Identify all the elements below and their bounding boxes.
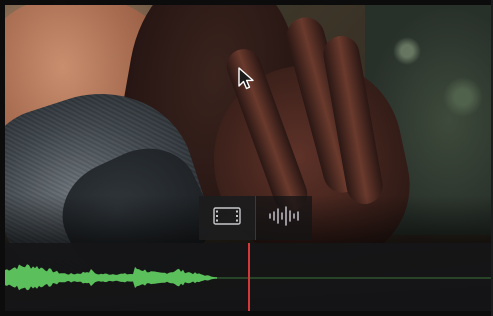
- video-view-button[interactable]: [199, 196, 255, 240]
- pointer-cursor-icon: [237, 66, 255, 92]
- audio-view-button[interactable]: [256, 196, 312, 240]
- audio-waveform-icon: [267, 205, 301, 231]
- audio-track[interactable]: [5, 243, 491, 311]
- waveform-body: [5, 264, 217, 291]
- video-editor-viewer: [0, 0, 493, 316]
- view-mode-toggle: [199, 196, 312, 240]
- playhead[interactable]: [248, 243, 250, 311]
- filmstrip-icon: [213, 206, 241, 230]
- video-preview-frame[interactable]: [5, 5, 491, 311]
